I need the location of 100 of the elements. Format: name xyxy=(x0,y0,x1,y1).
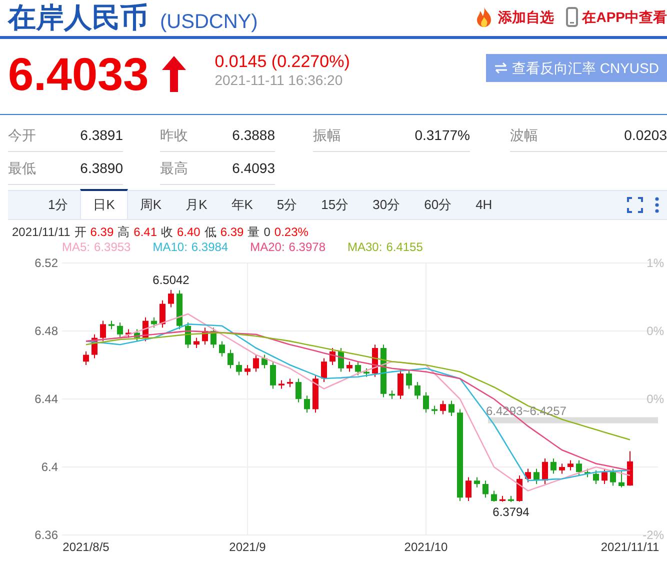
period-tab[interactable]: 日K xyxy=(80,189,128,219)
stat-label: 最低 xyxy=(8,158,36,178)
candlestick xyxy=(423,392,429,414)
period-tab[interactable]: 周K xyxy=(128,189,174,219)
period-tab[interactable]: 1分 xyxy=(36,189,80,219)
period-tab[interactable]: 60分 xyxy=(412,189,464,219)
open-in-app-link[interactable]: 在APP中查看 xyxy=(566,6,667,28)
moving-average-name: MA20: xyxy=(250,240,285,254)
candlestick xyxy=(398,370,404,400)
moving-average-value: 6.3978 xyxy=(288,240,326,254)
y-axis-label: 6.48 xyxy=(34,324,58,338)
stat-value: 0.3177% xyxy=(414,126,470,144)
candlestick xyxy=(448,400,454,416)
candlestick xyxy=(593,470,599,484)
ohlc-value: 6.40 xyxy=(177,225,200,240)
stat-label: 昨收 xyxy=(160,126,188,144)
moving-average-name: MA30: xyxy=(348,240,382,254)
x-axis-label: 2021/10 xyxy=(404,540,448,554)
current-price: 6.4033 xyxy=(8,51,149,97)
period-tab[interactable]: 15分 xyxy=(309,189,361,219)
stat-label: 今开 xyxy=(8,126,36,144)
ohlc-value: 6.39 xyxy=(220,225,244,240)
ohlc-value: 6.41 xyxy=(134,225,157,240)
candlestick xyxy=(406,370,412,390)
candlestick xyxy=(228,349,234,369)
candlestick xyxy=(627,450,633,486)
candlestick xyxy=(508,495,514,503)
change-percent: 0.23% xyxy=(274,225,308,240)
page-title: 在岸人民币 xyxy=(8,4,148,32)
up-arrow-icon xyxy=(160,55,187,93)
add-watchlist-link[interactable]: 添加自选 xyxy=(474,6,554,28)
candlestick xyxy=(160,300,166,328)
x-axis-label: 2021/11/11 xyxy=(600,540,660,554)
candlestick xyxy=(176,290,182,330)
candlestick xyxy=(117,322,123,338)
candlestick xyxy=(168,289,174,308)
candlestick xyxy=(338,348,344,372)
y-axis-label: 6.52 xyxy=(34,256,58,270)
stat-value: 6.4093 xyxy=(232,158,275,178)
candlestick xyxy=(568,460,574,471)
ohlc-label: 开 xyxy=(74,225,86,240)
candlestick xyxy=(83,350,89,366)
candlestick xyxy=(304,395,310,414)
stat-label: 最高 xyxy=(160,158,188,178)
percent-axis-label: 0% xyxy=(646,324,664,338)
candlestick xyxy=(151,316,157,328)
more-icon[interactable] xyxy=(655,197,659,213)
candlestick xyxy=(346,361,352,372)
period-tab[interactable]: 月K xyxy=(174,189,220,219)
currency-code: (USDCNY) xyxy=(160,12,258,32)
candlestick xyxy=(194,337,200,348)
stat-label: 波幅 xyxy=(510,126,538,144)
fullscreen-icon[interactable] xyxy=(627,197,643,213)
candlestick xyxy=(525,468,531,483)
stat-value: 6.3888 xyxy=(232,126,275,144)
period-tab[interactable]: 年K xyxy=(219,189,265,219)
candlestick xyxy=(466,476,472,502)
candlestick xyxy=(108,320,114,330)
candlestick xyxy=(389,390,395,400)
period-tab[interactable]: 30分 xyxy=(360,189,412,219)
candlestick xyxy=(602,468,608,484)
candlestick xyxy=(355,361,361,376)
candlestick xyxy=(440,400,446,415)
y-axis-label: 6.4 xyxy=(41,460,58,474)
candlestick xyxy=(321,358,327,382)
moving-average-name: MA10: xyxy=(152,240,188,254)
ohlc-label: 低 xyxy=(204,225,216,240)
candlestick xyxy=(262,354,268,369)
candlestick xyxy=(253,354,259,372)
ohlc-value: 6.39 xyxy=(90,225,114,240)
candlestick xyxy=(534,468,540,484)
candlestick xyxy=(414,382,420,400)
candlestick xyxy=(474,476,480,488)
candlestick xyxy=(330,348,336,366)
candlestick xyxy=(134,328,140,342)
period-tab[interactable]: 5分 xyxy=(264,189,310,219)
candlestick xyxy=(202,327,208,346)
candlestick xyxy=(432,405,438,415)
percent-axis-label: 0% xyxy=(646,392,664,406)
moving-average-value: 6.4155 xyxy=(386,240,423,254)
candlestick xyxy=(500,495,506,502)
x-axis-label: 2021/9 xyxy=(229,540,266,554)
ohlc-label: 高 xyxy=(118,225,130,240)
phone-icon xyxy=(566,7,578,27)
candlestick xyxy=(244,364,250,376)
low-price-label: 6.3794 xyxy=(492,505,530,520)
candlestick xyxy=(126,328,132,338)
moving-average-value: 6.3953 xyxy=(94,240,131,254)
candlestick xyxy=(559,463,565,474)
period-tab[interactable]: 4H xyxy=(464,189,504,219)
candlestick xyxy=(491,490,497,502)
candlestick xyxy=(516,475,522,502)
candlestick xyxy=(364,368,370,378)
candlestick xyxy=(584,468,590,478)
candlestick xyxy=(550,458,556,474)
stat-value: 6.3890 xyxy=(80,158,123,178)
candlestick xyxy=(219,340,225,357)
ohlc-value: 0 xyxy=(264,225,270,240)
candlestick xyxy=(287,378,293,388)
candlestick xyxy=(482,480,488,498)
